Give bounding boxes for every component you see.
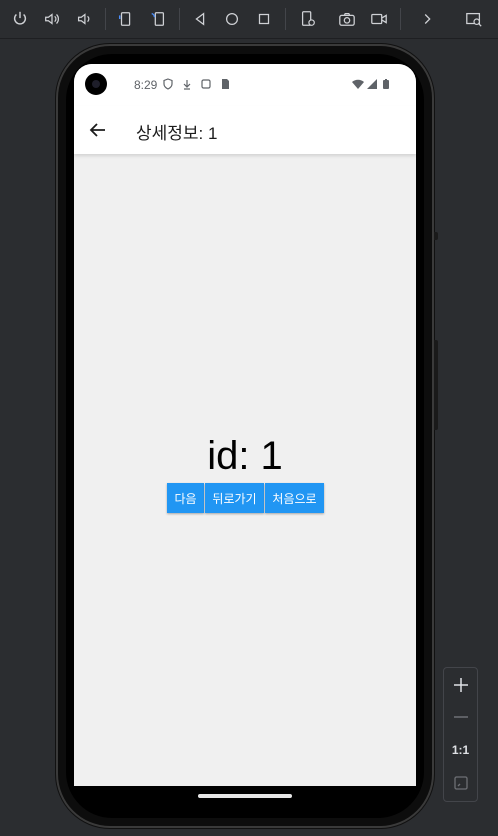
home-indicator[interactable] xyxy=(198,794,292,798)
home-icon[interactable] xyxy=(220,7,244,31)
front-camera xyxy=(85,73,107,95)
rotate-right-icon[interactable] xyxy=(146,7,170,31)
zoom-controls: 1:1 xyxy=(443,667,478,802)
page-title: 상세정보: 1 xyxy=(136,124,218,143)
overview-icon[interactable] xyxy=(252,7,276,31)
battery-icon xyxy=(383,79,389,89)
power-icon[interactable] xyxy=(8,7,32,31)
wifi-icon xyxy=(352,79,364,89)
zoom-ratio-label: 1:1 xyxy=(451,743,470,757)
sd-card-icon xyxy=(222,79,229,89)
fit-screen-icon[interactable] xyxy=(444,768,477,798)
status-time: 8:29 xyxy=(134,78,158,92)
id-label: id: 1 xyxy=(207,434,283,478)
camera-icon[interactable] xyxy=(335,7,359,31)
signal-icon xyxy=(367,79,377,89)
back-icon[interactable] xyxy=(188,7,212,31)
detail-content: id: 1 다음 뒤로가기 처음으로 xyxy=(74,154,416,786)
rotate-left-icon[interactable] xyxy=(114,7,138,31)
zoom-in-icon[interactable] xyxy=(444,670,477,700)
video-icon[interactable] xyxy=(367,7,391,31)
go-first-button[interactable]: 처음으로 xyxy=(265,483,324,513)
zoom-ratio-button[interactable]: 1:1 xyxy=(444,735,477,765)
window-icon[interactable] xyxy=(462,7,486,31)
next-button[interactable]: 다음 xyxy=(167,483,204,513)
zoom-out-icon[interactable] xyxy=(444,702,477,732)
volume-up-icon[interactable] xyxy=(40,7,64,31)
side-button xyxy=(434,232,438,240)
side-button xyxy=(434,340,438,430)
back-arrow-icon[interactable] xyxy=(86,118,110,142)
app-bar: 상세정보: 1 xyxy=(74,106,416,154)
emulator-toolbar xyxy=(0,0,498,39)
volume-down-icon[interactable] xyxy=(72,7,96,31)
copy-icon xyxy=(201,79,211,89)
shield-icon xyxy=(163,78,173,90)
chevron-right-icon[interactable] xyxy=(415,7,439,31)
device-screen: 8:29 상세정보: 1 id: 1 다음 뒤로가기 처음으로 xyxy=(74,64,416,786)
go-back-button[interactable]: 뒤로가기 xyxy=(205,483,264,513)
button-row: 다음 뒤로가기 처음으로 xyxy=(167,483,325,513)
device-settings-icon[interactable] xyxy=(296,7,320,31)
download-icon xyxy=(183,80,191,90)
status-bar: 8:29 xyxy=(74,64,416,106)
